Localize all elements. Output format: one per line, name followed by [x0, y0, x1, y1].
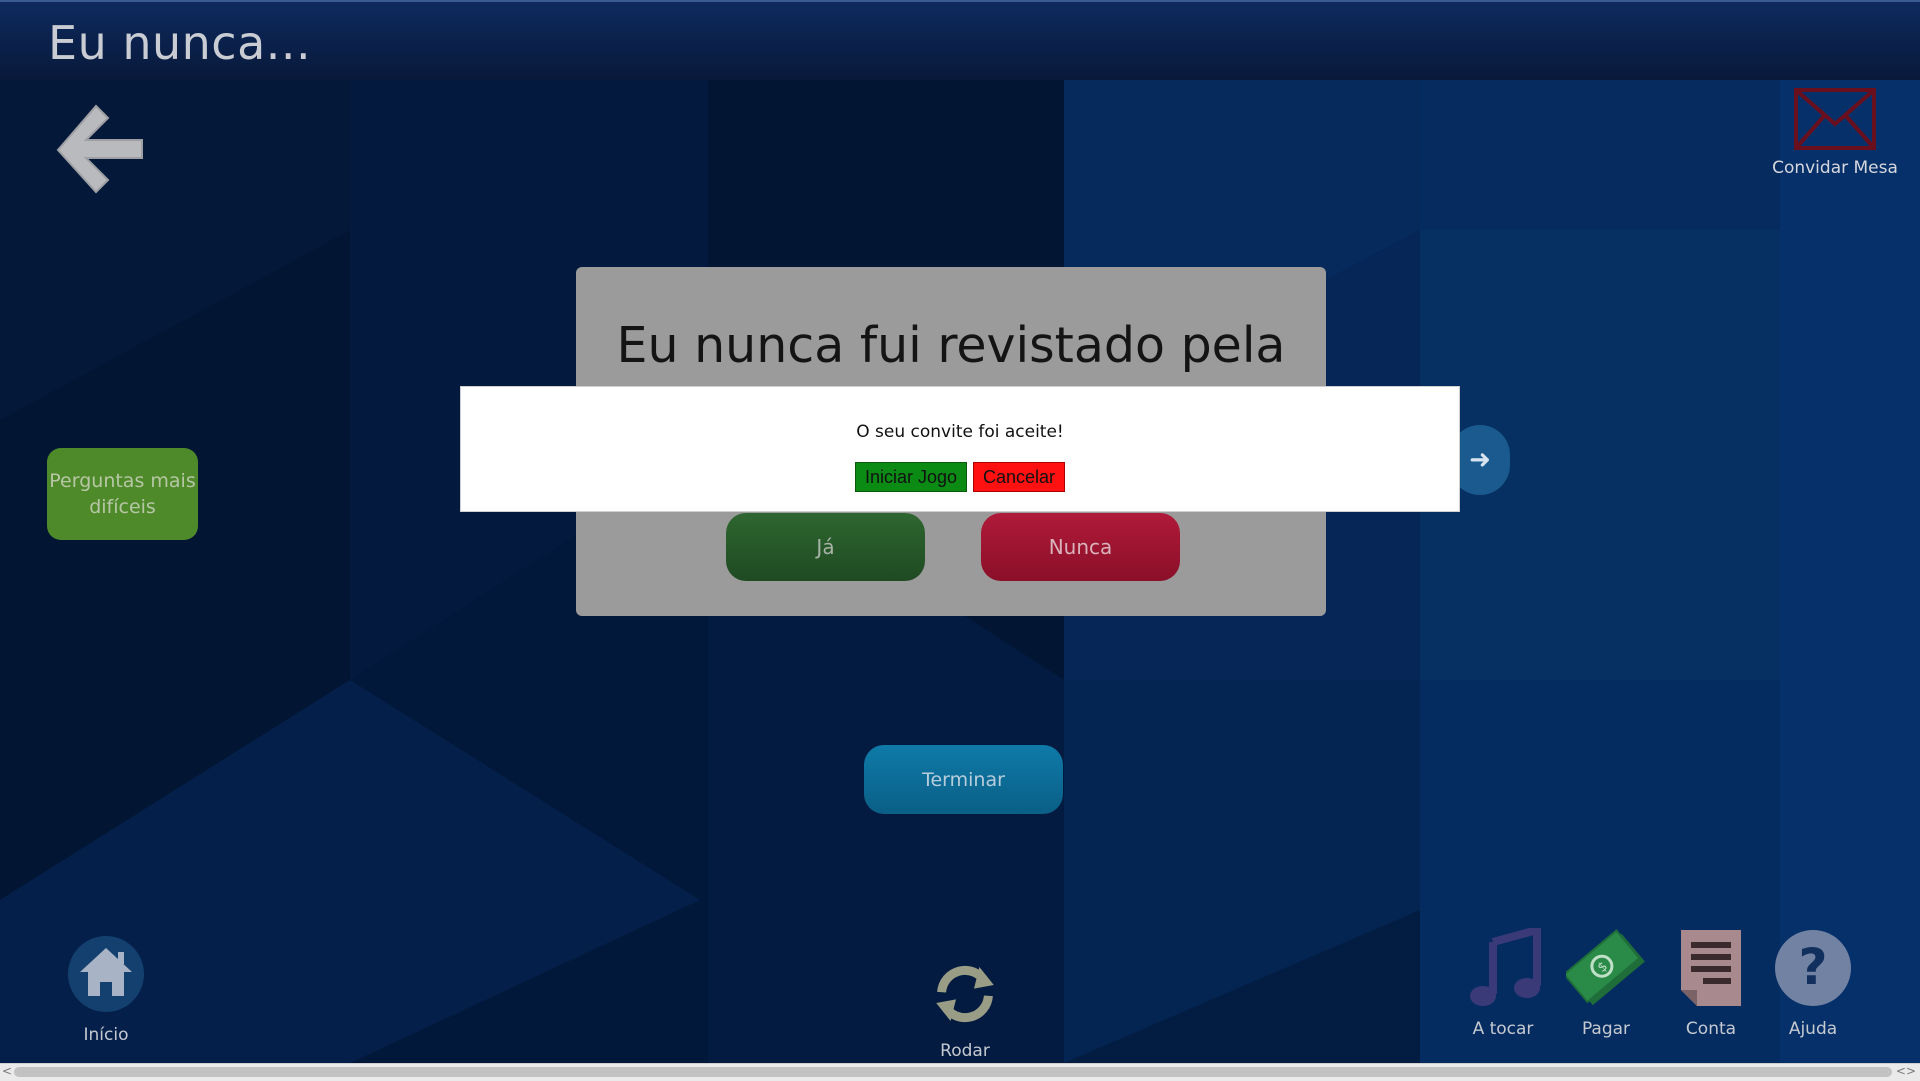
harder-questions-button[interactable]: Perguntas mais difíceis	[47, 448, 198, 540]
envelope-icon	[1794, 88, 1876, 150]
invite-label: Convidar Mesa	[1772, 158, 1898, 178]
rotate-icon	[936, 965, 994, 1023]
bill-label: Conta	[1685, 1019, 1737, 1039]
top-bar: Eu nunca...	[0, 0, 1920, 80]
now-playing-button[interactable]: A tocar	[1462, 924, 1544, 1039]
bill-button[interactable]: Conta	[1670, 928, 1752, 1039]
music-note-icon	[1470, 924, 1541, 1006]
yes-button[interactable]: Já	[726, 513, 925, 581]
home-icon	[68, 936, 144, 1012]
rotate-label: Rodar	[940, 1041, 990, 1061]
help-button[interactable]: ? Ajuda	[1772, 928, 1854, 1039]
finish-button[interactable]: Terminar	[864, 745, 1063, 814]
pay-button[interactable]: $ Pagar	[1562, 928, 1647, 1039]
home-label: Início	[83, 1025, 129, 1045]
dialog-buttons: Iniciar Jogo Cancelar	[461, 462, 1459, 492]
scroll-left-icon[interactable]: <	[2, 1064, 12, 1078]
question-text: Eu nunca fui revistado pela	[616, 317, 1286, 374]
invite-accepted-dialog: O seu convite foi aceite! Iniciar Jogo C…	[460, 386, 1460, 512]
scroll-thumb[interactable]	[14, 1067, 1892, 1077]
horizontal-scrollbar[interactable]: < <>	[0, 1063, 1920, 1081]
scroll-right-icon[interactable]: <>	[1896, 1064, 1916, 1078]
page-title: Eu nunca...	[48, 16, 312, 70]
start-game-button[interactable]: Iniciar Jogo	[854, 462, 967, 492]
dialog-message: O seu convite foi aceite!	[856, 422, 1064, 442]
invite-table-button[interactable]: Convidar Mesa	[1770, 88, 1900, 178]
money-icon: $	[1562, 929, 1645, 1006]
rotate-button[interactable]: Rodar	[925, 958, 1005, 1061]
receipt-icon	[1681, 930, 1741, 1006]
back-arrow-icon[interactable]	[56, 100, 146, 200]
home-button[interactable]: Início	[66, 934, 146, 1045]
pay-label: Pagar	[1581, 1019, 1631, 1039]
svg-text:?: ?	[1798, 938, 1827, 996]
help-icon: ?	[1775, 930, 1851, 1006]
now-playing-label: A tocar	[1472, 1019, 1534, 1039]
cancel-button[interactable]: Cancelar	[973, 462, 1066, 492]
help-label: Ajuda	[1788, 1019, 1838, 1039]
never-button[interactable]: Nunca	[981, 513, 1180, 581]
arrow-right-icon: ➜	[1469, 445, 1491, 475]
